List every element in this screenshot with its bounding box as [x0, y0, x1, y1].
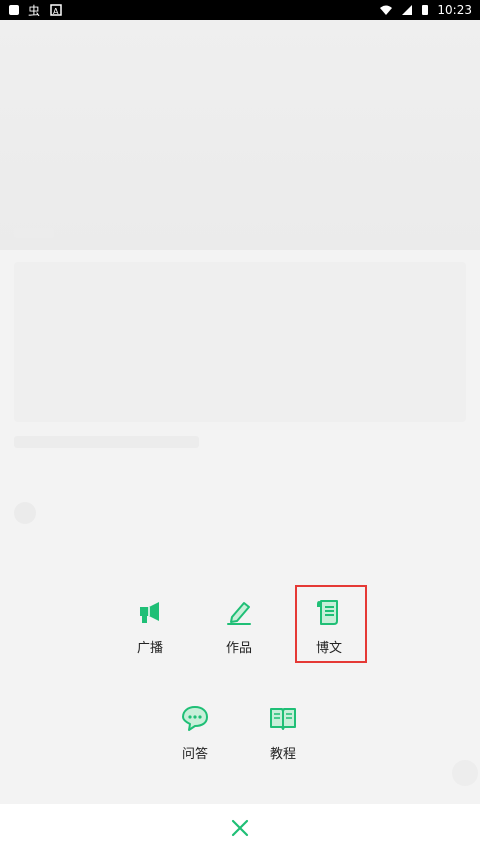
menu-item-label: 作品	[225, 641, 252, 656]
menu-item-wenda[interactable]: 问答	[159, 703, 231, 762]
background-hero	[0, 20, 480, 250]
chat-bubble-icon	[182, 706, 208, 731]
menu-item-label: 问答	[181, 747, 208, 762]
background-card	[14, 262, 466, 422]
pen-icon	[227, 602, 251, 625]
background-placeholder	[14, 175, 234, 187]
book-icon	[270, 708, 296, 730]
menu-item-guangbo[interactable]: 广播	[114, 597, 186, 656]
svg-text:虫: 虫	[28, 4, 40, 16]
bug-icon: 虫	[28, 4, 40, 16]
svg-text:A: A	[53, 7, 59, 16]
background-placeholder	[14, 436, 199, 448]
status-time: 10:23	[437, 3, 472, 17]
menu-item-label: 教程	[269, 747, 296, 762]
megaphone-icon	[140, 602, 159, 623]
status-left: 虫 A	[8, 4, 62, 16]
status-right: 10:23	[379, 3, 472, 17]
background-avatar	[14, 502, 36, 524]
close-icon[interactable]	[228, 816, 252, 840]
text-a-icon: A	[50, 4, 62, 16]
signal-icon	[402, 5, 413, 15]
menu-item-label: 广播	[136, 641, 163, 656]
status-bar: 虫 A 10:23	[0, 0, 480, 20]
menu-item-jiaocheng[interactable]: 教程	[247, 703, 319, 762]
battery-icon	[422, 5, 429, 15]
square-icon	[9, 5, 19, 15]
highlight-box	[295, 585, 367, 663]
background-placeholder	[14, 198, 144, 208]
menu-item-zuopin[interactable]: 作品	[203, 597, 275, 656]
bottom-bar	[0, 804, 480, 852]
wifi-icon	[380, 5, 393, 15]
background-placeholder	[14, 228, 54, 238]
